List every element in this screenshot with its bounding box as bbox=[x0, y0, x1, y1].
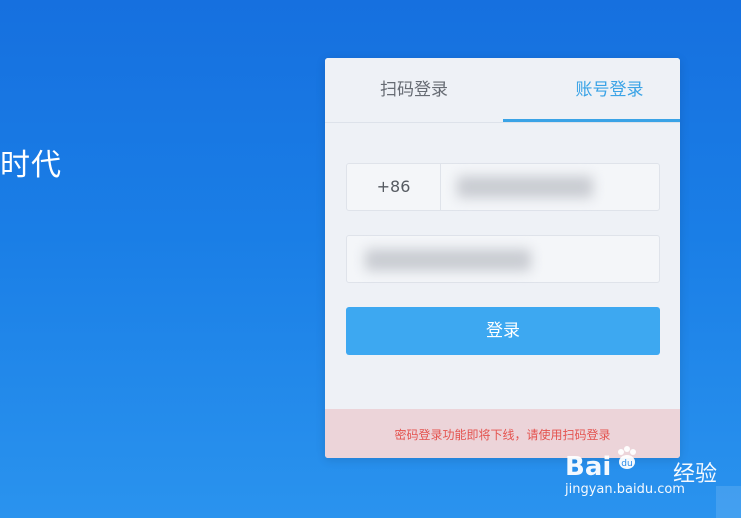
country-code-select[interactable]: +86 bbox=[347, 164, 441, 210]
watermark-logo-text: Bai bbox=[565, 452, 612, 482]
watermark-url: jingyan.baidu.com bbox=[565, 482, 685, 497]
password-field[interactable] bbox=[346, 235, 660, 283]
tab-account-login-label: 账号登录 bbox=[575, 80, 644, 100]
corner-decoration bbox=[716, 486, 741, 518]
login-tabs: 扫码登录 账号登录 bbox=[325, 58, 680, 123]
blurred-phone-value bbox=[457, 176, 593, 198]
svg-text:du: du bbox=[621, 459, 632, 469]
tab-account-login[interactable]: 账号登录 bbox=[503, 58, 680, 122]
phone-field: +86 bbox=[346, 163, 660, 211]
login-button[interactable]: 登录 bbox=[346, 307, 660, 355]
tab-qr-login[interactable]: 扫码登录 bbox=[325, 58, 503, 122]
hero-text: 时代 bbox=[0, 148, 62, 183]
active-tab-indicator bbox=[503, 119, 680, 122]
login-card: 扫码登录 账号登录 +86 登录 密码登录功能即将下线，请使用扫码登录 bbox=[325, 58, 680, 458]
blurred-password-value bbox=[365, 249, 531, 271]
baidu-paw-icon: du bbox=[618, 446, 636, 469]
baidu-jingyan-watermark: Bai du 经验 jingyan.baidu.com bbox=[565, 440, 741, 518]
phone-input[interactable] bbox=[441, 164, 659, 210]
